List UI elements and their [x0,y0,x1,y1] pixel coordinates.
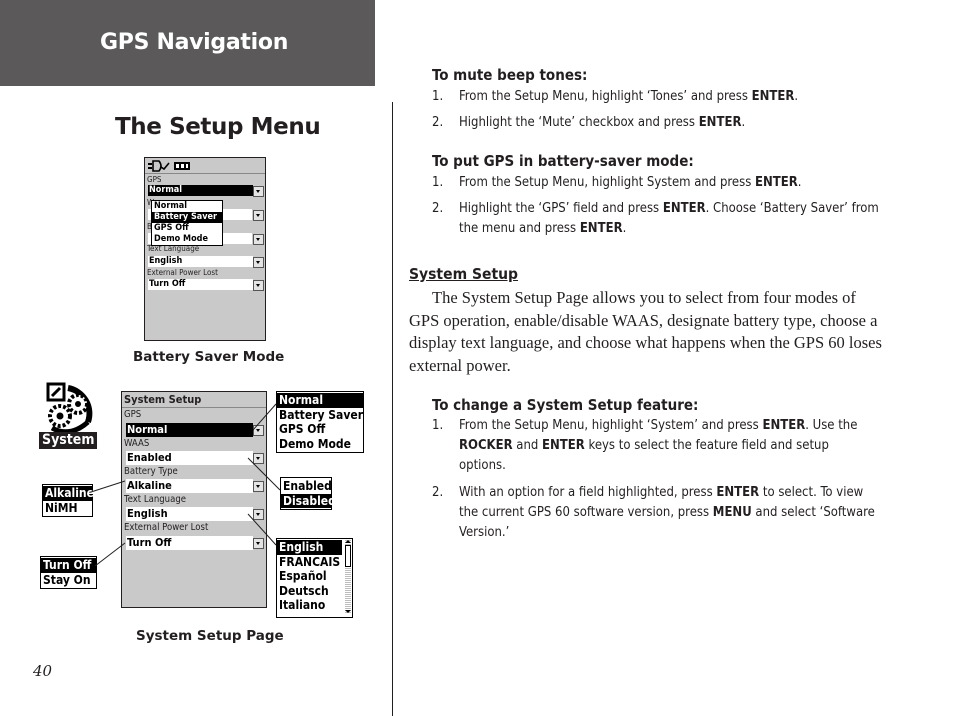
system-icon: System [38,382,100,452]
field-label-language: Text Language [124,494,187,505]
step-number: 2. [432,201,444,216]
dropdown-arrow-icon[interactable] [253,509,264,520]
status-bar [145,158,265,174]
dropdown-arrow-icon[interactable] [253,538,264,549]
chapter-title: GPS Navigation [100,30,289,55]
callout-option[interactable]: GPS Off [277,422,363,437]
step-item: 1. From the Setup Menu, highlight ‘Tones… [432,87,879,107]
step-text: Highlight the ‘Mute’ checkbox and press … [459,115,746,130]
gps-mode-callout: Normal Battery Saver GPS Off Demo Mode [276,391,364,453]
field-label-waas: WAAS [124,438,150,449]
callout-option[interactable]: Enabled [281,479,332,494]
field-waas[interactable]: Enabled [126,451,253,465]
system-setup-paragraph: The System Setup Page allows you to sele… [409,288,882,375]
screen-title: System Setup [124,393,202,406]
dropdown-arrow-icon[interactable] [253,186,264,197]
field-label-power: External Power Lost [124,522,209,533]
callout-option[interactable]: Stay On [41,573,96,588]
callout-option[interactable]: Italiano [277,598,352,613]
field-battery[interactable]: Alkaline [126,479,253,493]
field-label-gps: GPS [147,175,162,184]
heading-battery-saver: To put GPS in battery-saver mode: [432,152,694,170]
step-item: 1. From the Setup Menu, highlight System… [432,173,879,193]
callout-option[interactable]: Battery Saver [277,408,363,423]
leader-line-battery [90,480,126,493]
callout-option-selected[interactable]: Turn Off [41,558,96,573]
popup-option[interactable]: Normal [152,201,222,212]
dropdown-arrow-icon[interactable] [253,481,264,492]
dropdown-arrow-icon[interactable] [253,425,264,436]
scroll-thumb[interactable] [345,545,351,567]
popup-option[interactable]: GPS Off [152,223,222,234]
dropdown-arrow-icon[interactable] [253,234,264,245]
field-label-power: External Power Lost [147,268,218,277]
scroll-up-arrow-icon[interactable] [345,540,351,543]
battery-saver-screen: GPS Normal W B Text Language English Ext… [144,157,266,341]
field-gps[interactable]: Normal [148,185,253,196]
field-language[interactable]: English [126,507,253,521]
signal-and-battery-icon [148,160,190,172]
dropdown-arrow-icon[interactable] [253,280,264,291]
dropdown-arrow-icon[interactable] [253,453,264,464]
field-label-gps: GPS [124,409,142,420]
callout-option-selected[interactable]: Disabled [281,493,336,508]
callout-option[interactable]: FRANCAIS [277,555,352,570]
callout-option[interactable]: Español [277,569,352,584]
field-power[interactable]: Turn Off [148,279,253,290]
column-divider [392,102,393,716]
callout-option-selected[interactable]: English [277,540,342,555]
system-icon-label: System [39,432,98,449]
gps-mode-popup: Normal Battery Saver GPS Off Demo Mode [151,200,223,246]
popup-option-selected[interactable]: Battery Saver [152,212,222,223]
scroll-down-arrow-icon[interactable] [345,610,351,613]
step-item: 2. Highlight the ‘Mute’ checkbox and pre… [432,113,879,133]
step-item: 2. Highlight the ‘GPS’ field and press E… [432,199,879,239]
step-item: 1. From the Setup Menu, highlight ‘Syste… [432,416,879,476]
step-number: 2. [432,115,444,130]
step-text: Highlight the ‘GPS’ field and press ENTE… [459,201,879,236]
heading-mute-tones: To mute beep tones: [432,66,588,84]
scrollbar[interactable] [345,540,351,613]
page-number: 40 [33,662,53,680]
system-setup-screen: System Setup GPS Normal WAAS Enabled Bat… [121,391,267,608]
popup-option[interactable]: Demo Mode [152,234,222,245]
step-number: 1. [432,175,444,190]
power-lost-callout: Turn Off Stay On [40,556,97,589]
field-gps[interactable]: Normal [126,423,253,437]
figure-caption-battery: Battery Saver Mode [133,349,285,365]
wrench-gears-icon [46,382,93,435]
battery-type-callout: Alkaline NiMH [42,484,94,517]
dropdown-arrow-icon[interactable] [253,257,264,268]
callout-option-selected[interactable]: Alkaline [43,486,94,501]
step-text: From the Setup Menu, highlight ‘Tones’ a… [459,89,799,104]
step-text: With an option for a field highlighted, … [459,485,875,540]
callout-option[interactable]: NiMH [43,501,92,516]
step-text: From the Setup Menu, highlight System an… [459,175,802,190]
heading-system-setup: System Setup [409,265,519,283]
section-title: The Setup Menu [115,114,321,140]
field-label-battery: Battery Type [124,466,178,477]
waas-callout: Enabled Disabled [280,477,336,510]
step-number: 2. [432,485,444,500]
callout-option[interactable]: Demo Mode [277,437,363,452]
screen-title-bar: System Setup [122,392,266,408]
field-power[interactable]: Turn Off [126,536,253,550]
field-language[interactable]: English [148,256,253,267]
step-item: 2. With an option for a field highlighte… [432,483,879,543]
figure-caption-system: System Setup Page [136,628,284,644]
dropdown-arrow-icon[interactable] [253,210,264,221]
chapter-header: GPS Navigation [0,0,375,86]
step-text: From the Setup Menu, highlight ‘System’ … [459,418,858,473]
callout-option[interactable]: Deutsch [277,584,352,599]
step-number: 1. [432,89,444,104]
step-number: 1. [432,418,444,433]
heading-change-feature: To change a System Setup feature: [432,396,699,414]
callout-option-selected[interactable]: Normal [277,393,363,408]
language-callout: English FRANCAIS Español Deutsch Italian… [276,538,353,618]
